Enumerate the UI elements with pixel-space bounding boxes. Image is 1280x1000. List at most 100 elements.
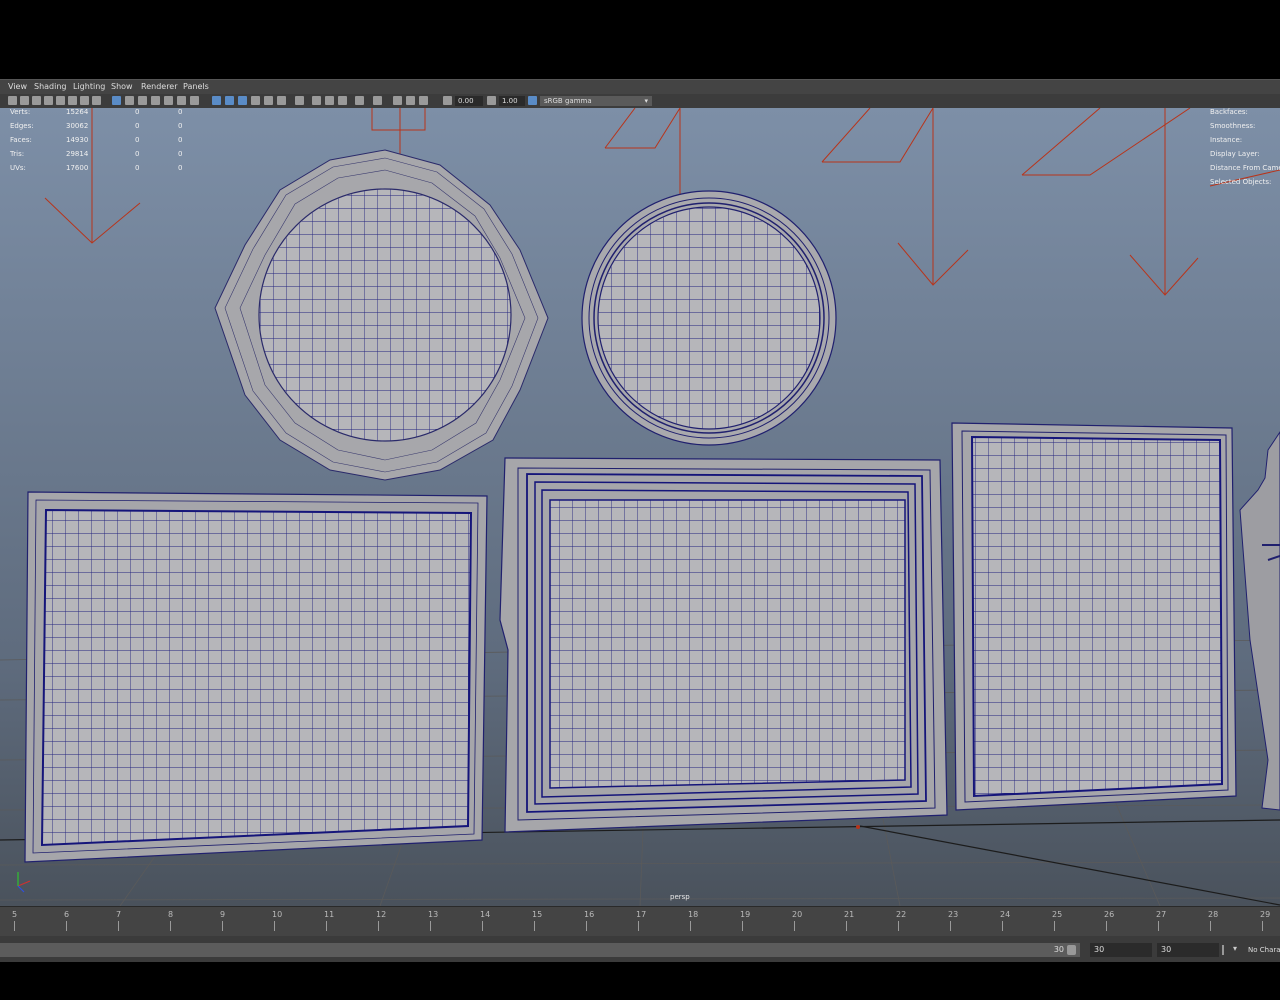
use-default-material-icon[interactable] <box>238 96 247 105</box>
rect-frame-left <box>24 491 488 863</box>
chevron-down-icon: ▾ <box>644 97 648 105</box>
frame-tick <box>690 921 691 931</box>
rect-frame-right <box>951 422 1237 811</box>
color-management-icon[interactable] <box>528 96 537 105</box>
frame-tick <box>1054 921 1055 931</box>
smooth-shade-icon[interactable] <box>125 96 134 105</box>
top-black-area <box>0 0 1280 79</box>
frame-tick <box>742 921 743 931</box>
antialiasing-icon[interactable] <box>325 96 334 105</box>
time-slider[interactable]: 5 6 7 8 9 10 11 12 13 14 15 16 17 18 19 20 21 22 23 24 25 26 2… <box>0 906 1280 937</box>
hud-row: Verts: 15264 0 0 <box>10 108 190 120</box>
select-camera-icon[interactable] <box>8 96 17 105</box>
scene-canvas <box>0 108 1280 906</box>
frame-label: 29 <box>1260 910 1271 919</box>
lights-icon[interactable] <box>264 96 273 105</box>
ambient-occlusion-icon[interactable] <box>295 96 304 105</box>
view-transform-dropdown[interactable]: sRGB gamma ▾ <box>540 96 652 106</box>
frame-tick <box>170 921 171 931</box>
hud-value: 14930 <box>66 136 89 144</box>
resolution-gate-icon[interactable] <box>92 96 101 105</box>
safe-title-icon[interactable] <box>151 96 160 105</box>
hud-row: Tris: 29814 0 0 <box>10 150 190 162</box>
bookmark-icon[interactable] <box>32 96 41 105</box>
frame-label: 25 <box>1052 910 1063 919</box>
hud-label: Verts: <box>10 108 31 116</box>
safe-action-icon[interactable] <box>138 96 147 105</box>
range-slider-bar: 30 30 30 ▾ No Character Set <box>0 936 1280 962</box>
image-plane-icon[interactable] <box>44 96 53 105</box>
perspective-viewport[interactable]: Verts: 15264 0 0 Edges: 30062 0 0 Faces: 14930 0 0 T… <box>0 108 1280 906</box>
frame-label: 14 <box>480 910 491 919</box>
gate-icon[interactable] <box>406 96 415 105</box>
hud-value: 0 <box>178 136 183 144</box>
max-end-field[interactable]: 30 <box>1157 943 1219 957</box>
menu-panels[interactable]: Panels <box>183 82 209 91</box>
camera-attributes-icon[interactable] <box>20 96 29 105</box>
frame-label: 19 <box>740 910 751 919</box>
hud-right-label: Backfaces: <box>1210 108 1248 116</box>
gamma-icon[interactable] <box>487 96 496 105</box>
frame-tick <box>898 921 899 931</box>
viewport-toolbar: 0.00 1.00 sRGB gamma ▾ <box>0 94 1280 109</box>
character-set-label[interactable]: No Character Set <box>1248 946 1280 954</box>
wireframe-on-shaded-icon[interactable] <box>212 96 221 105</box>
frame-label: 8 <box>168 910 174 919</box>
isolate-select-icon[interactable] <box>190 96 199 105</box>
xray-joints-icon[interactable] <box>373 96 382 105</box>
hud-value: 0 <box>178 150 183 158</box>
menu-shading[interactable]: Shading <box>34 82 67 91</box>
hud-value: 0 <box>135 122 140 130</box>
hud-icon[interactable] <box>393 96 402 105</box>
frame-label: 6 <box>64 910 70 919</box>
frame-tick <box>66 921 67 931</box>
frame-tick <box>1262 921 1263 931</box>
hud-value: 29814 <box>66 150 89 158</box>
film-gate-icon[interactable] <box>80 96 89 105</box>
menu-lighting[interactable]: Lighting <box>73 82 105 91</box>
camera-gate-icon[interactable] <box>419 96 428 105</box>
char-set-dropdown-icon[interactable]: ▾ <box>1233 944 1237 953</box>
field-chart-icon[interactable] <box>164 96 173 105</box>
frame-tick <box>1210 921 1211 931</box>
round-frame-simple <box>581 190 837 446</box>
frame-label: 9 <box>220 910 226 919</box>
hud-value: 0 <box>135 108 140 116</box>
gate-mask-icon[interactable] <box>177 96 186 105</box>
wireframe-icon[interactable] <box>112 96 121 105</box>
frame-tick <box>378 921 379 931</box>
grid-toggle-icon[interactable] <box>68 96 77 105</box>
exposure-field[interactable]: 0.00 <box>455 96 483 106</box>
frame-tick <box>1002 921 1003 931</box>
gamma-field[interactable]: 1.00 <box>499 96 525 106</box>
hud-value: 0 <box>135 164 140 172</box>
hud-right-label: Distance From Camera: <box>1210 164 1280 172</box>
depth-of-field-icon[interactable] <box>338 96 347 105</box>
frame-label: 7 <box>116 910 122 919</box>
shadows-icon[interactable] <box>277 96 286 105</box>
frame-tick <box>1106 921 1107 931</box>
menu-show[interactable]: Show <box>111 82 133 91</box>
frame-label: 17 <box>636 910 647 919</box>
hud-right-label: Display Layer: <box>1210 150 1260 158</box>
frame-label: 24 <box>1000 910 1011 919</box>
hud-value: 0 <box>178 108 183 116</box>
range-handle[interactable] <box>1067 945 1076 955</box>
lock-camera-icon[interactable] <box>56 96 65 105</box>
isolate-icon[interactable] <box>355 96 364 105</box>
frame-label: 20 <box>792 910 803 919</box>
maya-window: View Shading Lighting Show Renderer Pane… <box>0 0 1280 1000</box>
hud-label: UVs: <box>10 164 26 172</box>
motion-blur-icon[interactable] <box>312 96 321 105</box>
anim-end-field[interactable]: 30 <box>1090 943 1152 957</box>
frame-tick <box>1158 921 1159 931</box>
range-slider[interactable]: 30 <box>0 943 1080 957</box>
exposure-icon[interactable] <box>443 96 452 105</box>
textured-icon[interactable] <box>251 96 260 105</box>
hud-label: Faces: <box>10 136 32 144</box>
frame-tick <box>482 921 483 931</box>
menu-renderer[interactable]: Renderer <box>141 82 178 91</box>
frame-label: 28 <box>1208 910 1219 919</box>
menu-view[interactable]: View <box>8 82 27 91</box>
xray-icon[interactable] <box>225 96 234 105</box>
